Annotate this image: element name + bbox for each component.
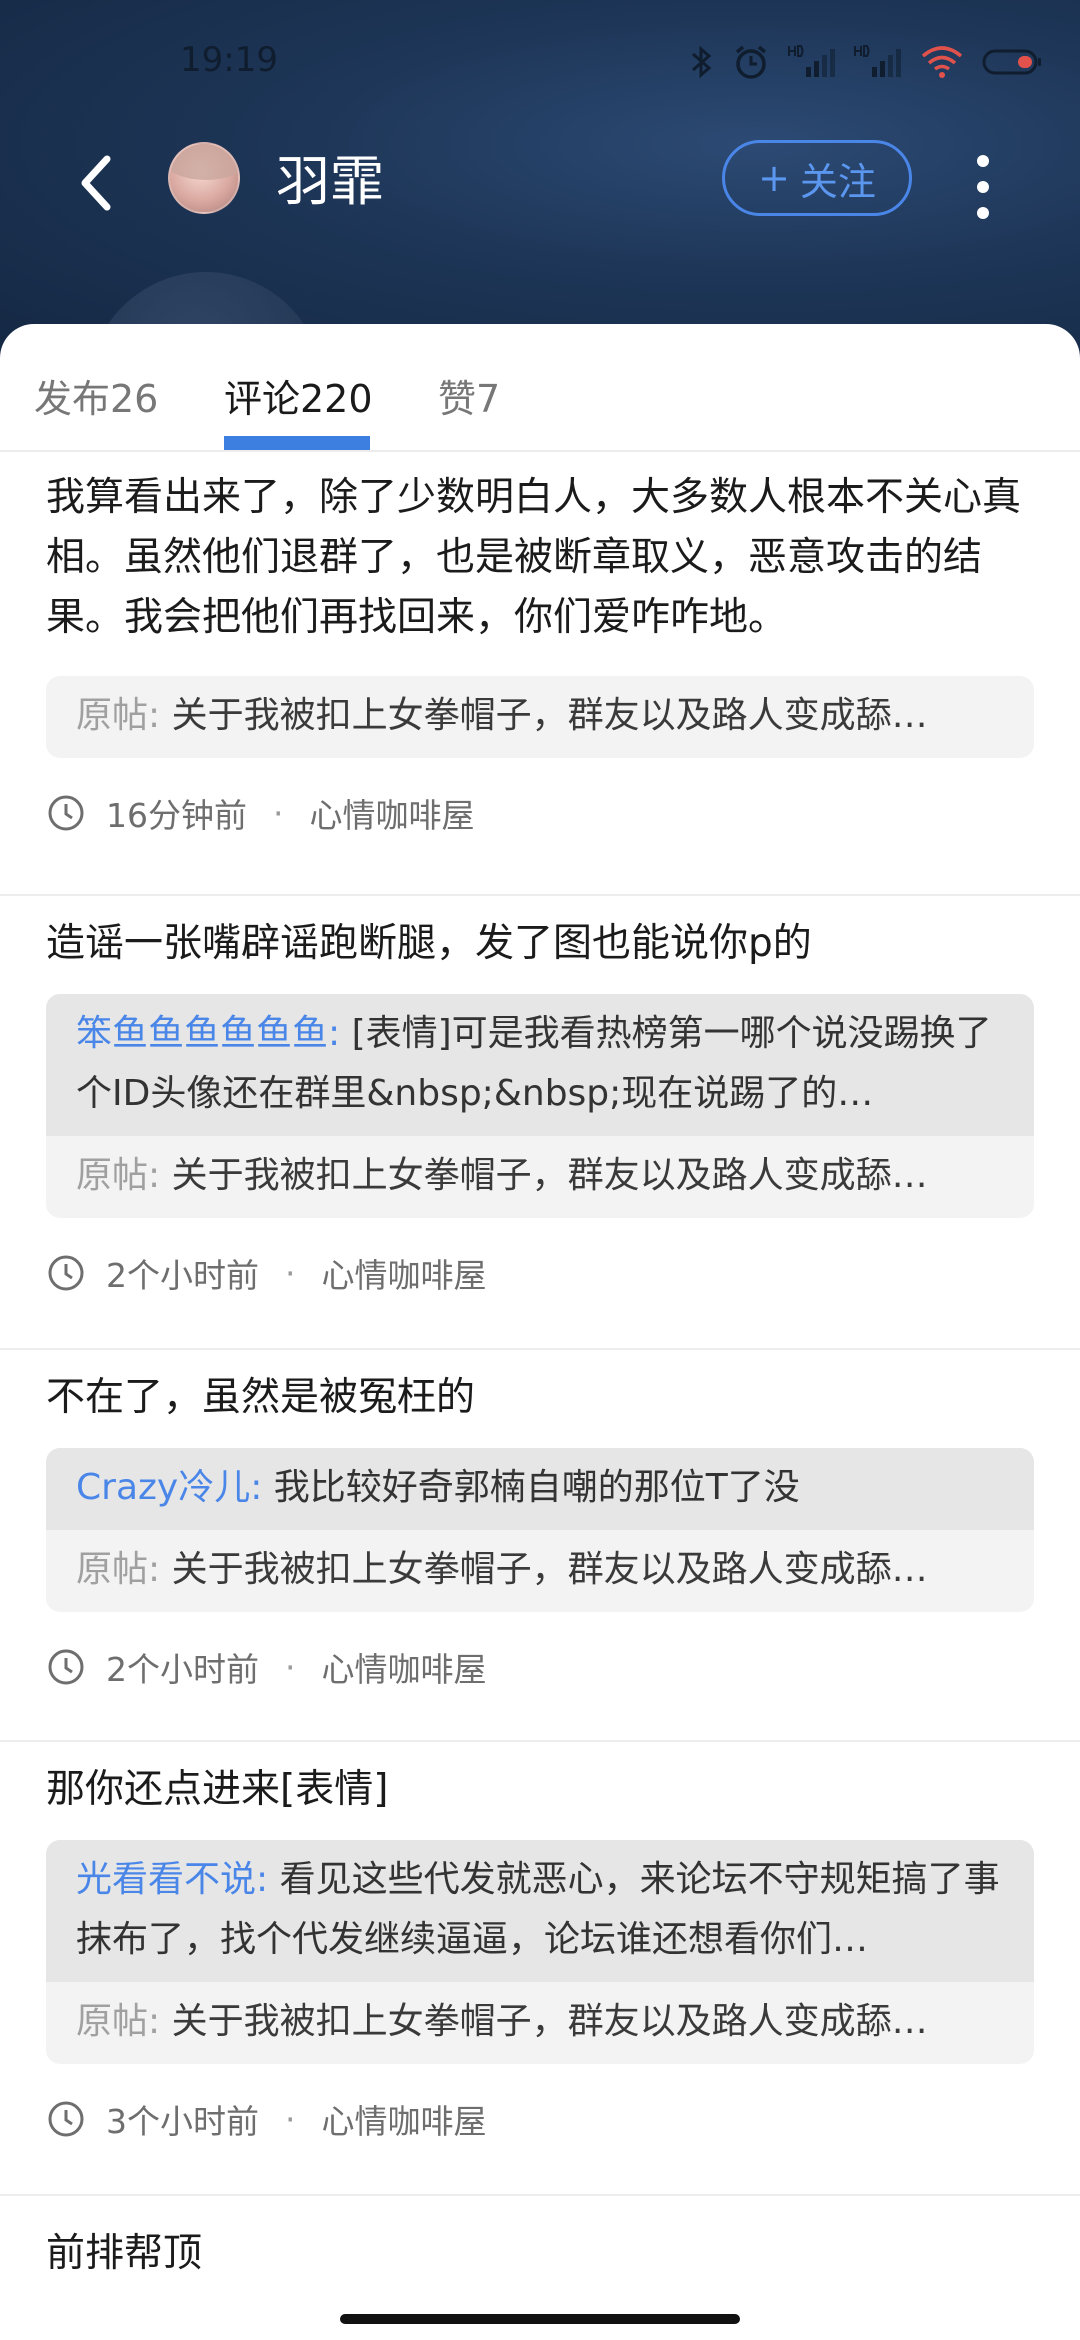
- item-meta: 2个小时前 · 心情咖啡屋: [46, 1612, 1034, 1722]
- active-tab-indicator: [224, 436, 370, 450]
- separator-dot: ·: [285, 1253, 296, 1293]
- origin-label: 原帖:: [76, 2001, 161, 2042]
- origin-text: 关于我被扣上女拳帽子，群友以及路人变成舔…: [171, 2001, 928, 2042]
- more-dot-icon: [977, 207, 989, 219]
- profile-header: 19:19 羽霏 + 关注: [0, 0, 1080, 508]
- quote-box[interactable]: 笨鱼鱼鱼鱼鱼鱼: [表情]可是我看热榜第一哪个说没踢换了个ID头像还在群里&nb…: [46, 994, 1034, 1218]
- follow-button[interactable]: + 关注: [722, 140, 912, 216]
- separator-dot: ·: [273, 793, 284, 833]
- original-post[interactable]: 原帖: 关于我被扣上女拳帽子，群友以及路人变成舔…: [46, 1136, 1034, 1218]
- origin-label: 原帖:: [76, 1549, 161, 1590]
- comment-text: 那你还点进来[表情]: [46, 1767, 389, 1812]
- clock-icon: [46, 1647, 86, 1687]
- plus-icon: +: [758, 156, 790, 200]
- list-item[interactable]: 不在了，虽然是被冤枉的 Crazy冷儿: 我比较好奇郭楠自嘲的那位T了没 原帖:…: [0, 1350, 1080, 1742]
- comment-text: 造谣一张嘴辟谣跑断腿，发了图也能说你p的: [46, 921, 812, 966]
- bluetooth-icon: [690, 44, 714, 80]
- separator-dot: ·: [285, 1647, 296, 1687]
- signal-hd-icon: [788, 43, 836, 81]
- tab-bar: 发布26 评论220 赞7: [0, 324, 1080, 452]
- list-item[interactable]: 那你还点进来[表情] 光看看不说: 看见这些代发就恶心，来论坛不守规矩搞了事抹布…: [0, 1742, 1080, 2196]
- reply-user[interactable]: Crazy冷儿:: [76, 1467, 262, 1508]
- quote-box[interactable]: 原帖: 关于我被扣上女拳帽子，群友以及路人变成舔…: [46, 676, 1034, 758]
- item-meta: 2个小时前 · 心情咖啡屋: [46, 1218, 1034, 1328]
- clock-icon: [46, 1253, 86, 1293]
- origin-text: 关于我被扣上女拳帽子，群友以及路人变成舔…: [171, 695, 928, 736]
- tab-likes[interactable]: 赞7: [438, 368, 500, 423]
- tab-comments[interactable]: 评论220: [224, 368, 373, 423]
- item-time: 2个小时前: [106, 1256, 259, 1295]
- reply-text: 我比较好奇郭楠自嘲的那位T了没: [273, 1467, 800, 1508]
- quote-box[interactable]: Crazy冷儿: 我比较好奇郭楠自嘲的那位T了没 原帖: 关于我被扣上女拳帽子，…: [46, 1448, 1034, 1612]
- more-dot-icon: [977, 155, 989, 167]
- origin-text: 关于我被扣上女拳帽子，群友以及路人变成舔…: [171, 1155, 928, 1196]
- reply-quote[interactable]: 光看看不说: 看见这些代发就恶心，来论坛不守规矩搞了事抹布了，找个代发继续逼逼，…: [46, 1840, 1034, 1982]
- clock-icon: [46, 793, 86, 833]
- back-button[interactable]: [60, 140, 130, 230]
- forum-name[interactable]: 心情咖啡屋: [322, 1249, 487, 1297]
- item-time: 2个小时前: [106, 1650, 259, 1689]
- back-arrow-icon: [75, 153, 115, 217]
- more-dot-icon: [977, 181, 989, 193]
- original-post[interactable]: 原帖: 关于我被扣上女拳帽子，群友以及路人变成舔…: [46, 1530, 1034, 1612]
- forum-name[interactable]: 心情咖啡屋: [310, 789, 475, 837]
- original-post[interactable]: 原帖: 关于我被扣上女拳帽子，群友以及路人变成舔…: [46, 676, 1034, 758]
- signal-hd-icon-2: [854, 43, 902, 81]
- item-time: 16分钟前: [106, 796, 247, 835]
- list-item[interactable]: 我算看出来了，除了少数明白人，大多数人根本不关心真相。虽然他们退群了，也是被断章…: [0, 452, 1080, 896]
- separator-dot: ·: [285, 2099, 296, 2139]
- origin-text: 关于我被扣上女拳帽子，群友以及路人变成舔…: [171, 1549, 928, 1590]
- reply-user[interactable]: 笨鱼鱼鱼鱼鱼鱼:: [76, 1013, 340, 1054]
- screen: 19:19 羽霏 + 关注 发布26 评论220 赞7 我算看出来了，除了少数明…: [0, 0, 1080, 2340]
- avatar[interactable]: [168, 142, 240, 214]
- tab-posts[interactable]: 发布26: [34, 368, 158, 423]
- comment-text: 我算看出来了，除了少数明白人，大多数人根本不关心真相。虽然他们退群了，也是被断章…: [46, 475, 1022, 640]
- status-bar: 19:19: [0, 32, 1080, 92]
- comment-text: 前排帮顶: [46, 2231, 203, 2276]
- home-indicator[interactable]: [340, 2314, 740, 2324]
- status-icons: [690, 42, 1042, 82]
- origin-label: 原帖:: [76, 1155, 161, 1196]
- original-post[interactable]: 原帖: 关于我被扣上女拳帽子，群友以及路人变成舔…: [46, 1982, 1034, 2064]
- status-time: 19:19: [180, 40, 278, 80]
- reply-quote[interactable]: 笨鱼鱼鱼鱼鱼鱼: [表情]可是我看热榜第一哪个说没踢换了个ID头像还在群里&nb…: [46, 994, 1034, 1136]
- content-card: 发布26 评论220 赞7 我算看出来了，除了少数明白人，大多数人根本不关心真相…: [0, 324, 1080, 2340]
- more-options-button[interactable]: [958, 142, 1008, 232]
- alarm-icon: [732, 43, 770, 81]
- comment-text: 不在了，虽然是被冤枉的: [46, 1375, 476, 1420]
- reply-user[interactable]: 光看看不说:: [76, 1859, 268, 1900]
- top-bar: 羽霏 + 关注: [0, 132, 1080, 242]
- origin-label: 原帖:: [76, 695, 161, 736]
- battery-icon: [982, 48, 1042, 76]
- wifi-icon: [920, 44, 964, 80]
- item-meta: 16分钟前 · 心情咖啡屋: [46, 758, 1034, 868]
- quote-box[interactable]: 光看看不说: 看见这些代发就恶心，来论坛不守规矩搞了事抹布了，找个代发继续逼逼，…: [46, 1840, 1034, 2064]
- reply-quote[interactable]: Crazy冷儿: 我比较好奇郭楠自嘲的那位T了没: [46, 1448, 1034, 1530]
- clock-icon: [46, 2099, 86, 2139]
- page-title: 羽霏: [276, 150, 384, 213]
- item-meta: 3个小时前 · 心情咖啡屋: [46, 2064, 1034, 2174]
- forum-name[interactable]: 心情咖啡屋: [322, 1643, 487, 1691]
- forum-name[interactable]: 心情咖啡屋: [322, 2095, 487, 2143]
- item-time: 3个小时前: [106, 2102, 259, 2141]
- follow-label: 关注: [799, 159, 876, 204]
- list-item[interactable]: 造谣一张嘴辟谣跑断腿，发了图也能说你p的 笨鱼鱼鱼鱼鱼鱼: [表情]可是我看热榜…: [0, 896, 1080, 1350]
- comment-feed: 我算看出来了，除了少数明白人，大多数人根本不关心真相。虽然他们退群了，也是被断章…: [0, 452, 1080, 2340]
